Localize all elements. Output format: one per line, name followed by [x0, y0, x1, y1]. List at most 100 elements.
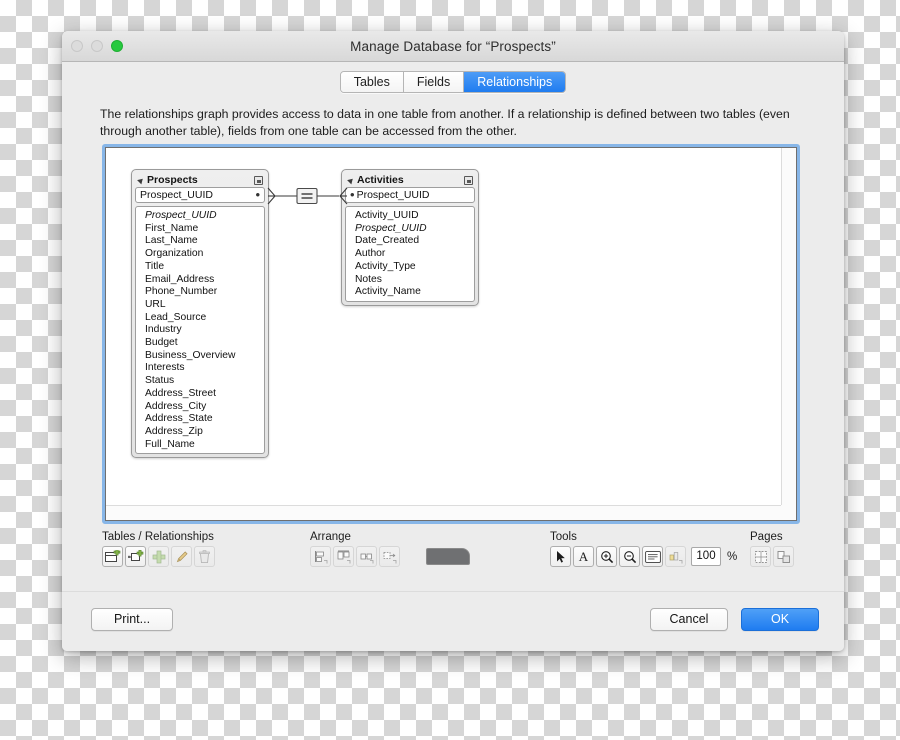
field-item: Last_Name: [145, 235, 198, 247]
relationships-graph-panel[interactable]: Prospects Prospect_UUID • Prospect_UUID …: [102, 144, 800, 524]
scrollbar-corner: [781, 505, 796, 520]
window-toggle-icon[interactable]: [254, 175, 263, 185]
select-related-icon: [383, 551, 396, 563]
field-item: Full_Name: [145, 438, 195, 450]
resize-button[interactable]: [356, 546, 377, 567]
graph-toolbar: Tables / Relationships Arrange Tools A 1…: [102, 531, 802, 577]
graph-horizontal-scrollbar[interactable]: [106, 505, 781, 520]
toolbar-group-tools: Tools A 100 %: [550, 531, 737, 567]
field-item: URL: [145, 298, 166, 310]
add-relationship-button[interactable]: [125, 546, 146, 567]
toolbar-group-label: Arrange: [310, 531, 351, 543]
toolbar-group-label: Tools: [550, 531, 577, 543]
table-box-activities[interactable]: Activities • Prospect_UUID Activity_UUID…: [341, 169, 479, 306]
field-item: Date_Created: [355, 235, 420, 247]
selection-tool-button[interactable]: [550, 546, 571, 567]
field-item: Address_Zip: [145, 425, 203, 437]
table-box-prospects-keyfield-label: Prospect_UUID: [140, 189, 213, 201]
delete-trash-icon: [199, 549, 210, 563]
page-breaks-button[interactable]: [750, 546, 771, 567]
relationships-graph-inner: Prospects Prospect_UUID • Prospect_UUID …: [105, 147, 797, 521]
duplicate-plus-icon: [152, 550, 165, 563]
window-titlebar: Manage Database for “Prospects”: [62, 31, 844, 62]
distribute-button[interactable]: [333, 546, 354, 567]
field-item: Prospect_UUID: [355, 222, 427, 234]
field-item: Address_Street: [145, 387, 216, 399]
print-button[interactable]: Print...: [91, 608, 173, 631]
description-text: The relationships graph provides access …: [100, 107, 790, 138]
traffic-lights: [71, 40, 123, 52]
table-box-activities-title: Activities: [357, 174, 404, 186]
delete-button[interactable]: [194, 546, 215, 567]
table-box-prospects[interactable]: Prospects Prospect_UUID • Prospect_UUID …: [131, 169, 269, 458]
page-setup-button[interactable]: [773, 546, 794, 567]
field-item: Activity_UUID: [355, 210, 419, 221]
toolbar-group-arrange: Arrange: [310, 531, 470, 567]
edit-button[interactable]: [171, 546, 192, 567]
zoom-out-button[interactable]: [619, 546, 640, 567]
field-item: Budget: [145, 337, 178, 349]
color-swatch-button[interactable]: [426, 548, 470, 565]
field-item: First_Name: [145, 222, 199, 234]
graph-vertical-scrollbar[interactable]: [781, 148, 796, 505]
table-box-prospects-keyfield[interactable]: Prospect_UUID •: [135, 187, 265, 203]
cancel-button[interactable]: Cancel: [650, 608, 728, 631]
table-box-prospects-fieldlist[interactable]: Prospect_UUID First_Name Last_Name Organ…: [135, 206, 265, 454]
table-box-prospects-title: Prospects: [147, 174, 198, 186]
zoom-in-icon: [600, 550, 613, 563]
table-box-activities-keyfield[interactable]: • Prospect_UUID: [345, 187, 475, 203]
text-tool-icon: A: [578, 549, 589, 564]
table-box-prospects-header: Prospects: [135, 173, 265, 187]
field-item: Activity_Type: [355, 260, 416, 272]
source-arrow-icon: [347, 176, 355, 184]
field-item: Email_Address: [145, 273, 215, 285]
selection-arrow-icon: [556, 550, 565, 563]
table-box-activities-header: Activities: [345, 173, 475, 187]
field-item: Address_City: [145, 400, 207, 412]
table-box-activities-keyfield-label: Prospect_UUID: [356, 189, 430, 201]
zoom-unit-label: %: [727, 550, 738, 563]
zoom-level-input[interactable]: 100: [691, 547, 721, 566]
toolbar-group-pages: Pages: [750, 531, 794, 567]
ok-button[interactable]: OK: [741, 608, 819, 631]
color-object-button[interactable]: [665, 546, 686, 567]
zoom-button[interactable]: [111, 40, 123, 52]
toolbar-group-label: Pages: [750, 531, 783, 543]
align-button[interactable]: [310, 546, 331, 567]
tab-tables[interactable]: Tables: [340, 71, 404, 92]
field-item: Activity_Name: [355, 286, 421, 298]
field-item: Organization: [145, 248, 204, 260]
dialog-footer: Print... Cancel OK: [62, 591, 844, 651]
toolbar-group-label: Tables / Relationships: [102, 531, 214, 543]
align-icon: [314, 550, 327, 563]
select-related-button[interactable]: [379, 546, 400, 567]
window-toggle-icon[interactable]: [464, 175, 473, 185]
note-tool-button[interactable]: [642, 546, 663, 567]
close-button[interactable]: [71, 40, 83, 52]
field-item: Notes: [355, 273, 382, 285]
field-item: Industry: [145, 324, 182, 336]
duplicate-button[interactable]: [148, 546, 169, 567]
relationship-connector[interactable]: [266, 184, 350, 208]
page-breaks-icon: [754, 550, 767, 563]
manage-database-window: Manage Database for “Prospects” Tables F…: [62, 31, 844, 651]
distribute-icon: [337, 550, 350, 563]
text-tool-button[interactable]: A: [573, 546, 594, 567]
zoom-out-icon: [623, 550, 636, 563]
edit-pencil-icon: [176, 550, 188, 562]
tab-fields[interactable]: Fields: [403, 71, 465, 92]
resize-icon: [360, 553, 373, 563]
field-item: Prospect_UUID: [145, 210, 217, 221]
zoom-in-button[interactable]: [596, 546, 617, 567]
table-box-activities-fieldlist[interactable]: Activity_UUID Prospect_UUID Date_Created…: [345, 206, 475, 302]
field-item: Author: [355, 248, 386, 260]
window-title: Manage Database for “Prospects”: [350, 39, 556, 54]
field-item: Lead_Source: [145, 311, 207, 323]
minimize-button[interactable]: [91, 40, 103, 52]
field-item: Address_State: [145, 413, 213, 425]
relationships-canvas[interactable]: Prospects Prospect_UUID • Prospect_UUID …: [106, 148, 781, 505]
page-setup-icon: [777, 550, 790, 563]
field-item: Interests: [145, 362, 185, 374]
tab-relationships[interactable]: Relationships: [464, 71, 566, 92]
add-table-button[interactable]: [102, 546, 123, 567]
